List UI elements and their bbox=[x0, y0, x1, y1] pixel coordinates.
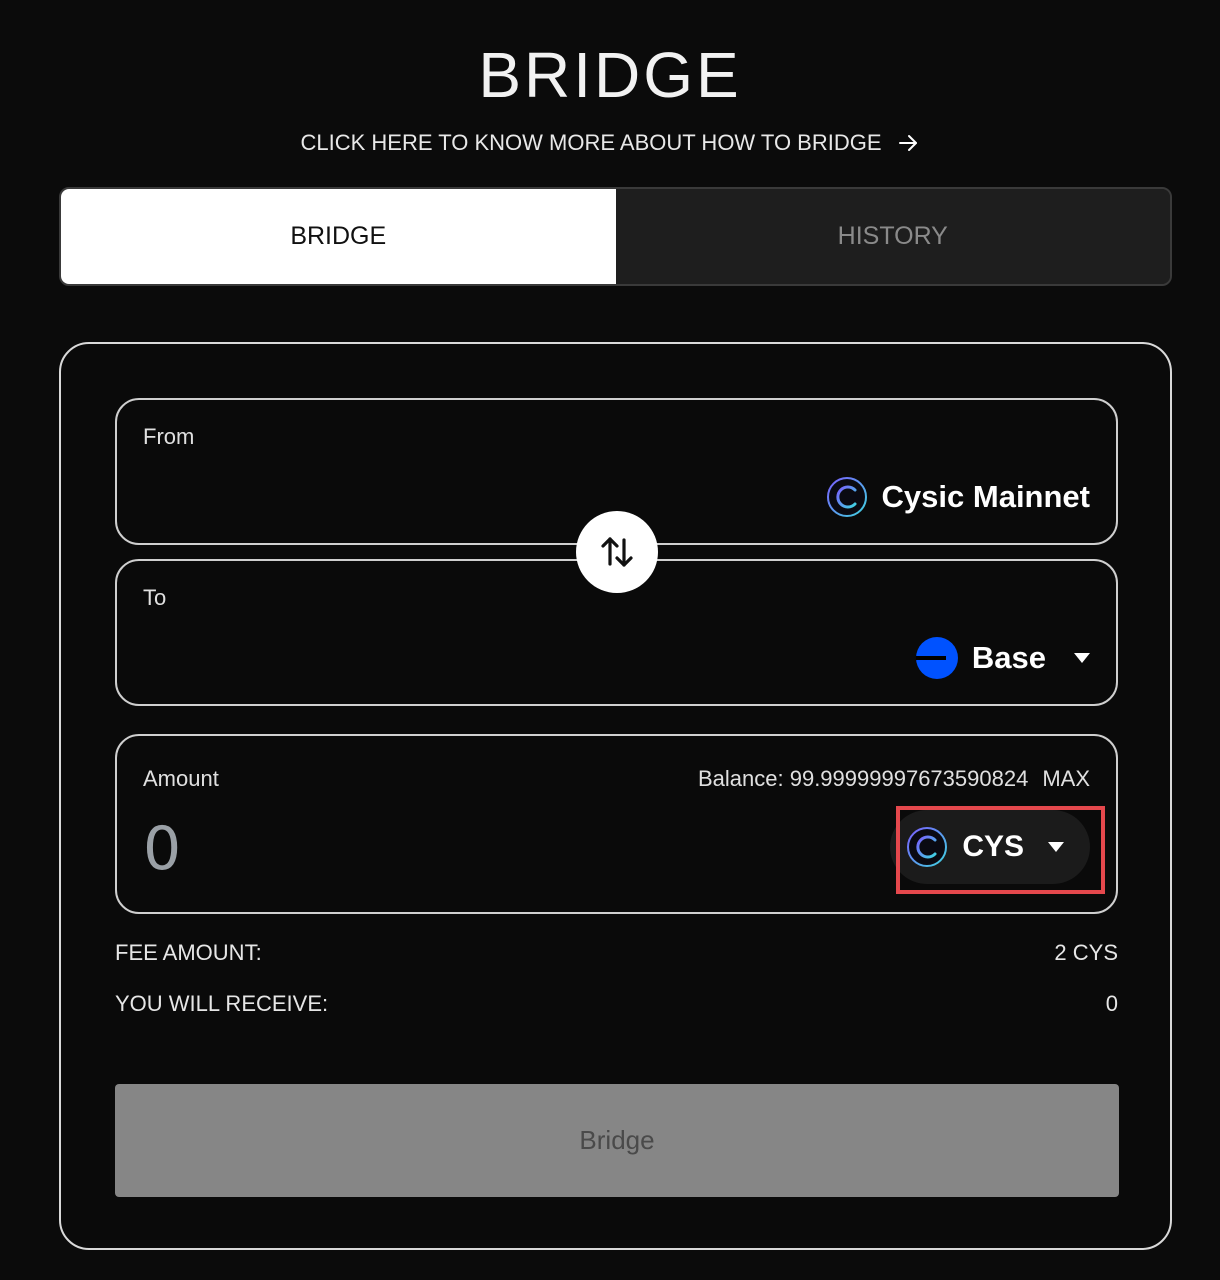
base-logo-icon bbox=[915, 637, 958, 679]
from-network-name: Cysic Mainnet bbox=[881, 479, 1090, 514]
amount-label: Amount bbox=[143, 766, 219, 791]
help-link[interactable]: CLICK HERE TO KNOW MORE ABOUT HOW TO BRI… bbox=[0, 130, 1220, 156]
amount-input[interactable]: 0 bbox=[143, 814, 643, 884]
page-title: BRIDGE bbox=[478, 39, 742, 111]
chevron-down-icon bbox=[1074, 653, 1090, 663]
to-network-select[interactable]: Base bbox=[915, 637, 1090, 679]
tab-bar: BRIDGE HISTORY bbox=[59, 187, 1172, 286]
receive-row: YOU WILL RECEIVE: 0 bbox=[115, 991, 1118, 1017]
amount-field: Amount Balance: 99.99999997673590824 MAX… bbox=[115, 734, 1118, 914]
help-link-text: CLICK HERE TO KNOW MORE ABOUT HOW TO BRI… bbox=[300, 130, 882, 155]
to-label: To bbox=[143, 585, 167, 610]
tab-bridge[interactable]: BRIDGE bbox=[61, 189, 616, 284]
fee-row: FEE AMOUNT: 2 CYS bbox=[115, 940, 1118, 966]
receive-label: YOU WILL RECEIVE: bbox=[115, 991, 329, 1016]
highlight-box bbox=[896, 806, 1105, 894]
to-network-name: Base bbox=[971, 640, 1046, 675]
bridge-card: From Cysic Mainnet To Base Amount Balanc… bbox=[59, 342, 1172, 1250]
fee-value: 2 CYS bbox=[1054, 940, 1118, 965]
from-label: From bbox=[143, 424, 195, 449]
fee-label: FEE AMOUNT: bbox=[115, 940, 262, 965]
bridge-submit-button[interactable]: Bridge bbox=[115, 1084, 1119, 1197]
balance-row: Balance: 99.99999997673590824 MAX bbox=[698, 766, 1090, 792]
tab-history[interactable]: HISTORY bbox=[615, 189, 1170, 284]
swap-direction-button[interactable] bbox=[576, 511, 658, 593]
balance-text: Balance: 99.99999997673590824 bbox=[698, 766, 1029, 791]
from-network: Cysic Mainnet bbox=[826, 476, 1090, 518]
arrow-right-icon bbox=[898, 135, 917, 151]
cysic-logo-icon bbox=[826, 477, 867, 517]
receive-value: 0 bbox=[1105, 991, 1118, 1016]
swap-arrows-icon bbox=[601, 537, 633, 567]
max-button[interactable]: MAX bbox=[1042, 766, 1090, 792]
